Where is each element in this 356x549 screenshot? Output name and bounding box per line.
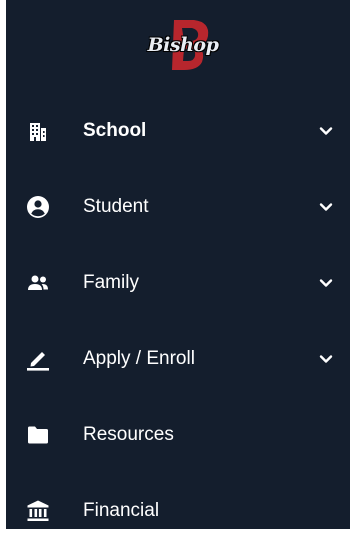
nav-item-family[interactable]: Family xyxy=(6,245,350,321)
nav-item-label: Family xyxy=(83,272,139,293)
school-building-icon xyxy=(26,119,50,143)
nav-item-label: Apply / Enroll xyxy=(83,348,195,369)
bishop-logo[interactable]: Bishop xyxy=(136,16,230,72)
chevron-down-icon[interactable] xyxy=(318,351,334,367)
family-group-icon xyxy=(26,271,50,295)
folder-icon xyxy=(26,423,50,447)
bank-icon xyxy=(26,499,50,523)
nav-item-label: Student xyxy=(83,196,149,217)
chevron-down-icon[interactable] xyxy=(318,199,334,215)
nav-item-financial[interactable]: Financial xyxy=(6,473,350,549)
nav-item-label: Resources xyxy=(83,424,174,445)
user-circle-icon xyxy=(26,195,50,219)
nav-menu: School Student Family Apply / Enroll Res… xyxy=(6,93,350,549)
nav-item-label: School xyxy=(83,120,147,141)
nav-item-student[interactable]: Student xyxy=(6,169,350,245)
nav-item-apply-enroll[interactable]: Apply / Enroll xyxy=(6,321,350,397)
chevron-down-icon[interactable] xyxy=(318,275,334,291)
nav-item-school[interactable]: School xyxy=(6,93,350,169)
side-navigation: Bishop School Student Family Apply / Enr… xyxy=(6,0,350,529)
pencil-icon xyxy=(26,347,50,371)
nav-item-label: Financial xyxy=(83,500,160,521)
chevron-down-icon[interactable] xyxy=(318,123,334,139)
nav-item-resources[interactable]: Resources xyxy=(6,397,350,473)
logo-text: Bishop xyxy=(147,34,219,56)
